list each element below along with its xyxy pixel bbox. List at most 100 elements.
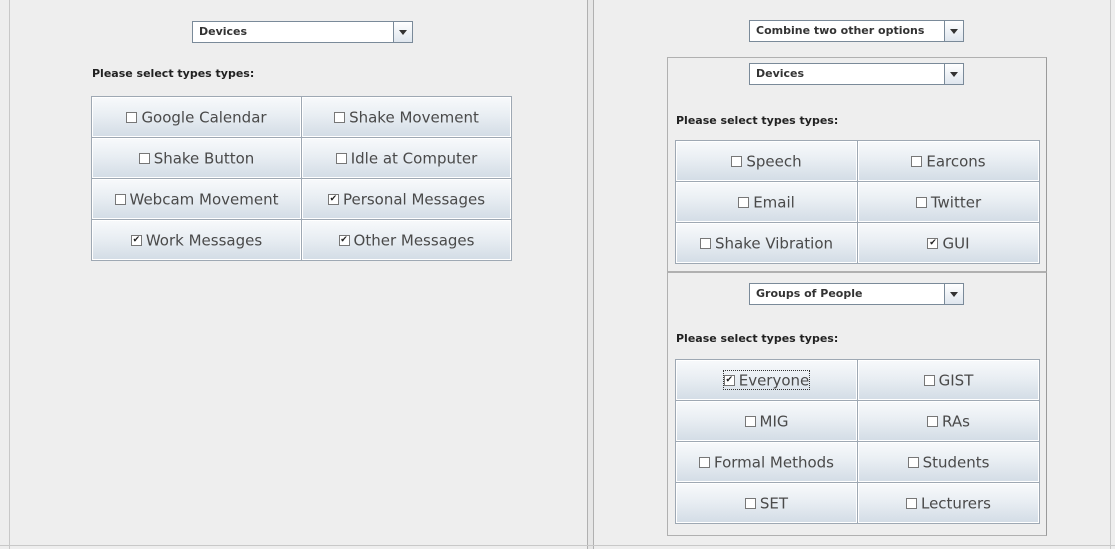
option-toggle[interactable]: Shake Movement — [302, 97, 511, 137]
option-content: Shake Movement — [334, 108, 479, 127]
top-type-dropdown[interactable]: Devices — [749, 63, 964, 85]
checkbox-icon[interactable] — [905, 497, 917, 509]
option-toggle[interactable]: Earcons — [858, 141, 1039, 181]
option-toggle[interactable]: ✔ Personal Messages — [302, 179, 511, 219]
option-toggle[interactable]: Google Calendar — [92, 97, 301, 137]
top-prompt: Please select types types: — [676, 114, 839, 127]
option-label: SET — [759, 494, 789, 513]
checkbox-icon[interactable] — [907, 456, 919, 468]
checkbox-icon[interactable] — [731, 155, 743, 167]
checkbox-icon[interactable] — [744, 497, 756, 509]
option-label: RAs — [942, 412, 970, 431]
option-toggle[interactable]: RAs — [858, 401, 1039, 441]
option-content: Speech — [731, 152, 802, 171]
option-content: Webcam Movement — [114, 190, 279, 209]
checkbox-icon[interactable] — [334, 111, 346, 123]
chevron-down-icon[interactable] — [944, 284, 963, 304]
option-content: ✔ Work Messages — [130, 231, 263, 250]
option-label: Shake Button — [153, 149, 255, 168]
option-toggle[interactable]: Idle at Computer — [302, 138, 511, 178]
top-type-dropdown-value: Devices — [756, 67, 805, 80]
option-label: Email — [753, 193, 795, 212]
option-label: Personal Messages — [342, 190, 486, 209]
option-toggle[interactable]: ✔ Work Messages — [92, 220, 301, 260]
option-label: Lecturers — [920, 494, 991, 513]
option-toggle[interactable]: Shake Vibration — [676, 223, 857, 263]
top-options-grid: Speech Earcons Email Twitter Shake Vibration… — [675, 140, 1040, 264]
checkbox-icon[interactable] — [699, 456, 710, 468]
checkbox-icon[interactable] — [911, 155, 923, 167]
option-toggle[interactable]: Shake Button — [92, 138, 301, 178]
option-label: Webcam Movement — [129, 190, 279, 209]
option-content: Idle at Computer — [335, 149, 478, 168]
option-content: MIG — [744, 412, 789, 430]
check-icon[interactable]: ✔ — [927, 237, 939, 249]
chevron-down-icon[interactable] — [393, 22, 412, 42]
check-icon[interactable]: ✔ — [338, 234, 350, 246]
option-content: Lecturers — [905, 494, 991, 513]
chevron-down-icon[interactable] — [944, 21, 963, 41]
option-content: Formal Methods — [699, 453, 834, 472]
bottom-type-dropdown-value: Groups of People — [756, 287, 863, 300]
bottom-options-grid: ✔ Everyone GIST MIG RAs Formal Methods Student… — [675, 359, 1040, 524]
option-toggle[interactable]: MIG — [676, 401, 857, 441]
option-toggle[interactable]: ✔ Other Messages — [302, 220, 511, 260]
option-toggle[interactable]: ✔ GUI — [858, 223, 1039, 263]
option-label: GIST — [938, 371, 974, 390]
option-label: Work Messages — [145, 231, 263, 250]
bottom-prompt: Please select types types: — [676, 332, 839, 345]
option-content: GIST — [923, 371, 974, 390]
option-label: Formal Methods — [714, 453, 834, 472]
option-content: ✔ Everyone — [722, 369, 811, 391]
check-icon[interactable]: ✔ — [130, 234, 142, 246]
option-content: Twitter — [915, 193, 982, 212]
bottom-type-dropdown[interactable]: Groups of People — [749, 283, 964, 305]
chevron-down-icon[interactable] — [944, 64, 963, 84]
combine-mode-dropdown-value: Combine two other options — [756, 24, 925, 37]
option-toggle[interactable]: Email — [676, 182, 857, 222]
combine-mode-dropdown[interactable]: Combine two other options — [749, 20, 964, 42]
right-border — [1110, 0, 1115, 549]
option-content: Google Calendar — [126, 108, 267, 126]
option-label: Twitter — [930, 193, 982, 212]
checkbox-icon[interactable] — [915, 196, 927, 208]
option-label: Everyone — [738, 371, 810, 390]
option-content: Shake Vibration — [699, 234, 834, 253]
split-pane-divider[interactable] — [587, 0, 594, 549]
option-label: Earcons — [926, 152, 986, 171]
checkbox-icon[interactable] — [114, 193, 126, 205]
checkbox-icon[interactable] — [335, 152, 347, 164]
option-toggle[interactable]: Webcam Movement — [92, 179, 301, 219]
left-type-dropdown-value: Devices — [199, 25, 248, 38]
check-icon[interactable]: ✔ — [723, 374, 735, 386]
option-content: Students — [907, 453, 989, 471]
option-toggle[interactable]: SET — [676, 483, 857, 523]
option-toggle[interactable]: Formal Methods — [676, 442, 857, 482]
checkbox-icon[interactable] — [744, 415, 756, 427]
checkbox-icon[interactable] — [699, 237, 711, 249]
checkbox-icon[interactable] — [126, 111, 138, 123]
checkbox-icon[interactable] — [138, 152, 150, 164]
option-content: SET — [744, 494, 789, 513]
option-label: Speech — [746, 152, 802, 171]
option-content: ✔ Personal Messages — [327, 190, 486, 209]
left-type-dropdown[interactable]: Devices — [192, 21, 413, 43]
option-label: Idle at Computer — [350, 149, 478, 168]
option-label: Shake Movement — [349, 108, 479, 127]
left-options-grid: Google Calendar Shake Movement Shake Butto… — [91, 96, 512, 261]
option-label: Shake Vibration — [714, 234, 834, 253]
option-toggle[interactable]: Lecturers — [858, 483, 1039, 523]
option-toggle[interactable]: Twitter — [858, 182, 1039, 222]
checkbox-icon[interactable] — [738, 196, 750, 208]
option-toggle[interactable]: Students — [858, 442, 1039, 482]
check-icon[interactable]: ✔ — [327, 193, 339, 205]
option-toggle[interactable]: ✔ Everyone — [676, 360, 857, 400]
option-content: ✔ GUI — [927, 234, 970, 252]
checkbox-icon[interactable] — [923, 374, 935, 386]
option-toggle[interactable]: GIST — [858, 360, 1039, 400]
bottom-border — [0, 545, 1115, 546]
left-prompt: Please select types types: — [92, 67, 255, 80]
left-border — [0, 0, 10, 549]
checkbox-icon[interactable] — [927, 415, 939, 427]
option-toggle[interactable]: Speech — [676, 141, 857, 181]
